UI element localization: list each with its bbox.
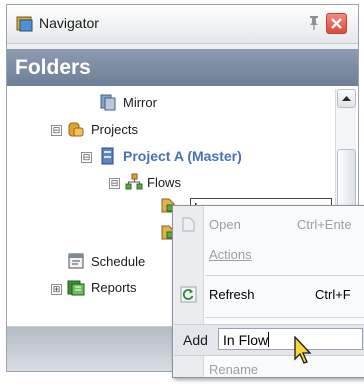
menu-item-open[interactable]: Open Ctrl+Ente bbox=[173, 212, 364, 238]
menu-item-add[interactable]: Add In Flow bbox=[174, 324, 364, 356]
collapse-project-a-icon[interactable]: ⊟ bbox=[81, 152, 92, 163]
text-caret bbox=[268, 332, 270, 347]
open-icon bbox=[182, 217, 195, 232]
context-menu: Open Ctrl+Ente Actions Refresh Ctrl+F Ad… bbox=[172, 205, 364, 378]
navigator-icon bbox=[16, 16, 33, 32]
close-icon[interactable] bbox=[326, 13, 347, 34]
expand-reports-icon[interactable]: ⊞ bbox=[51, 284, 62, 295]
reports-icon bbox=[67, 280, 85, 296]
folder-icon bbox=[68, 122, 84, 137]
project-icon bbox=[101, 147, 114, 165]
database-icon bbox=[100, 94, 116, 111]
collapse-flows-icon[interactable]: ⊟ bbox=[109, 178, 120, 189]
menu-separator bbox=[205, 275, 364, 276]
section-title: Folders bbox=[15, 56, 91, 79]
mouse-cursor-icon bbox=[294, 336, 312, 364]
scroll-up-button[interactable] bbox=[337, 89, 356, 108]
refresh-icon bbox=[180, 286, 197, 303]
collapse-projects-icon[interactable]: ⊟ bbox=[51, 125, 62, 136]
pin-icon[interactable] bbox=[305, 13, 323, 31]
schedule-icon bbox=[68, 253, 84, 269]
menu-item-refresh[interactable]: Refresh Ctrl+F bbox=[173, 282, 364, 308]
menu-item-actions[interactable]: Actions bbox=[173, 242, 364, 268]
add-name-input[interactable]: In Flow bbox=[218, 328, 363, 350]
title-bar: Navigator bbox=[7, 5, 358, 44]
window-title: Navigator bbox=[39, 15, 99, 31]
folders-header: Folders bbox=[7, 49, 358, 86]
flows-icon bbox=[125, 173, 143, 190]
menu-separator bbox=[205, 317, 364, 318]
menu-item-rename[interactable]: Rename bbox=[173, 359, 364, 385]
